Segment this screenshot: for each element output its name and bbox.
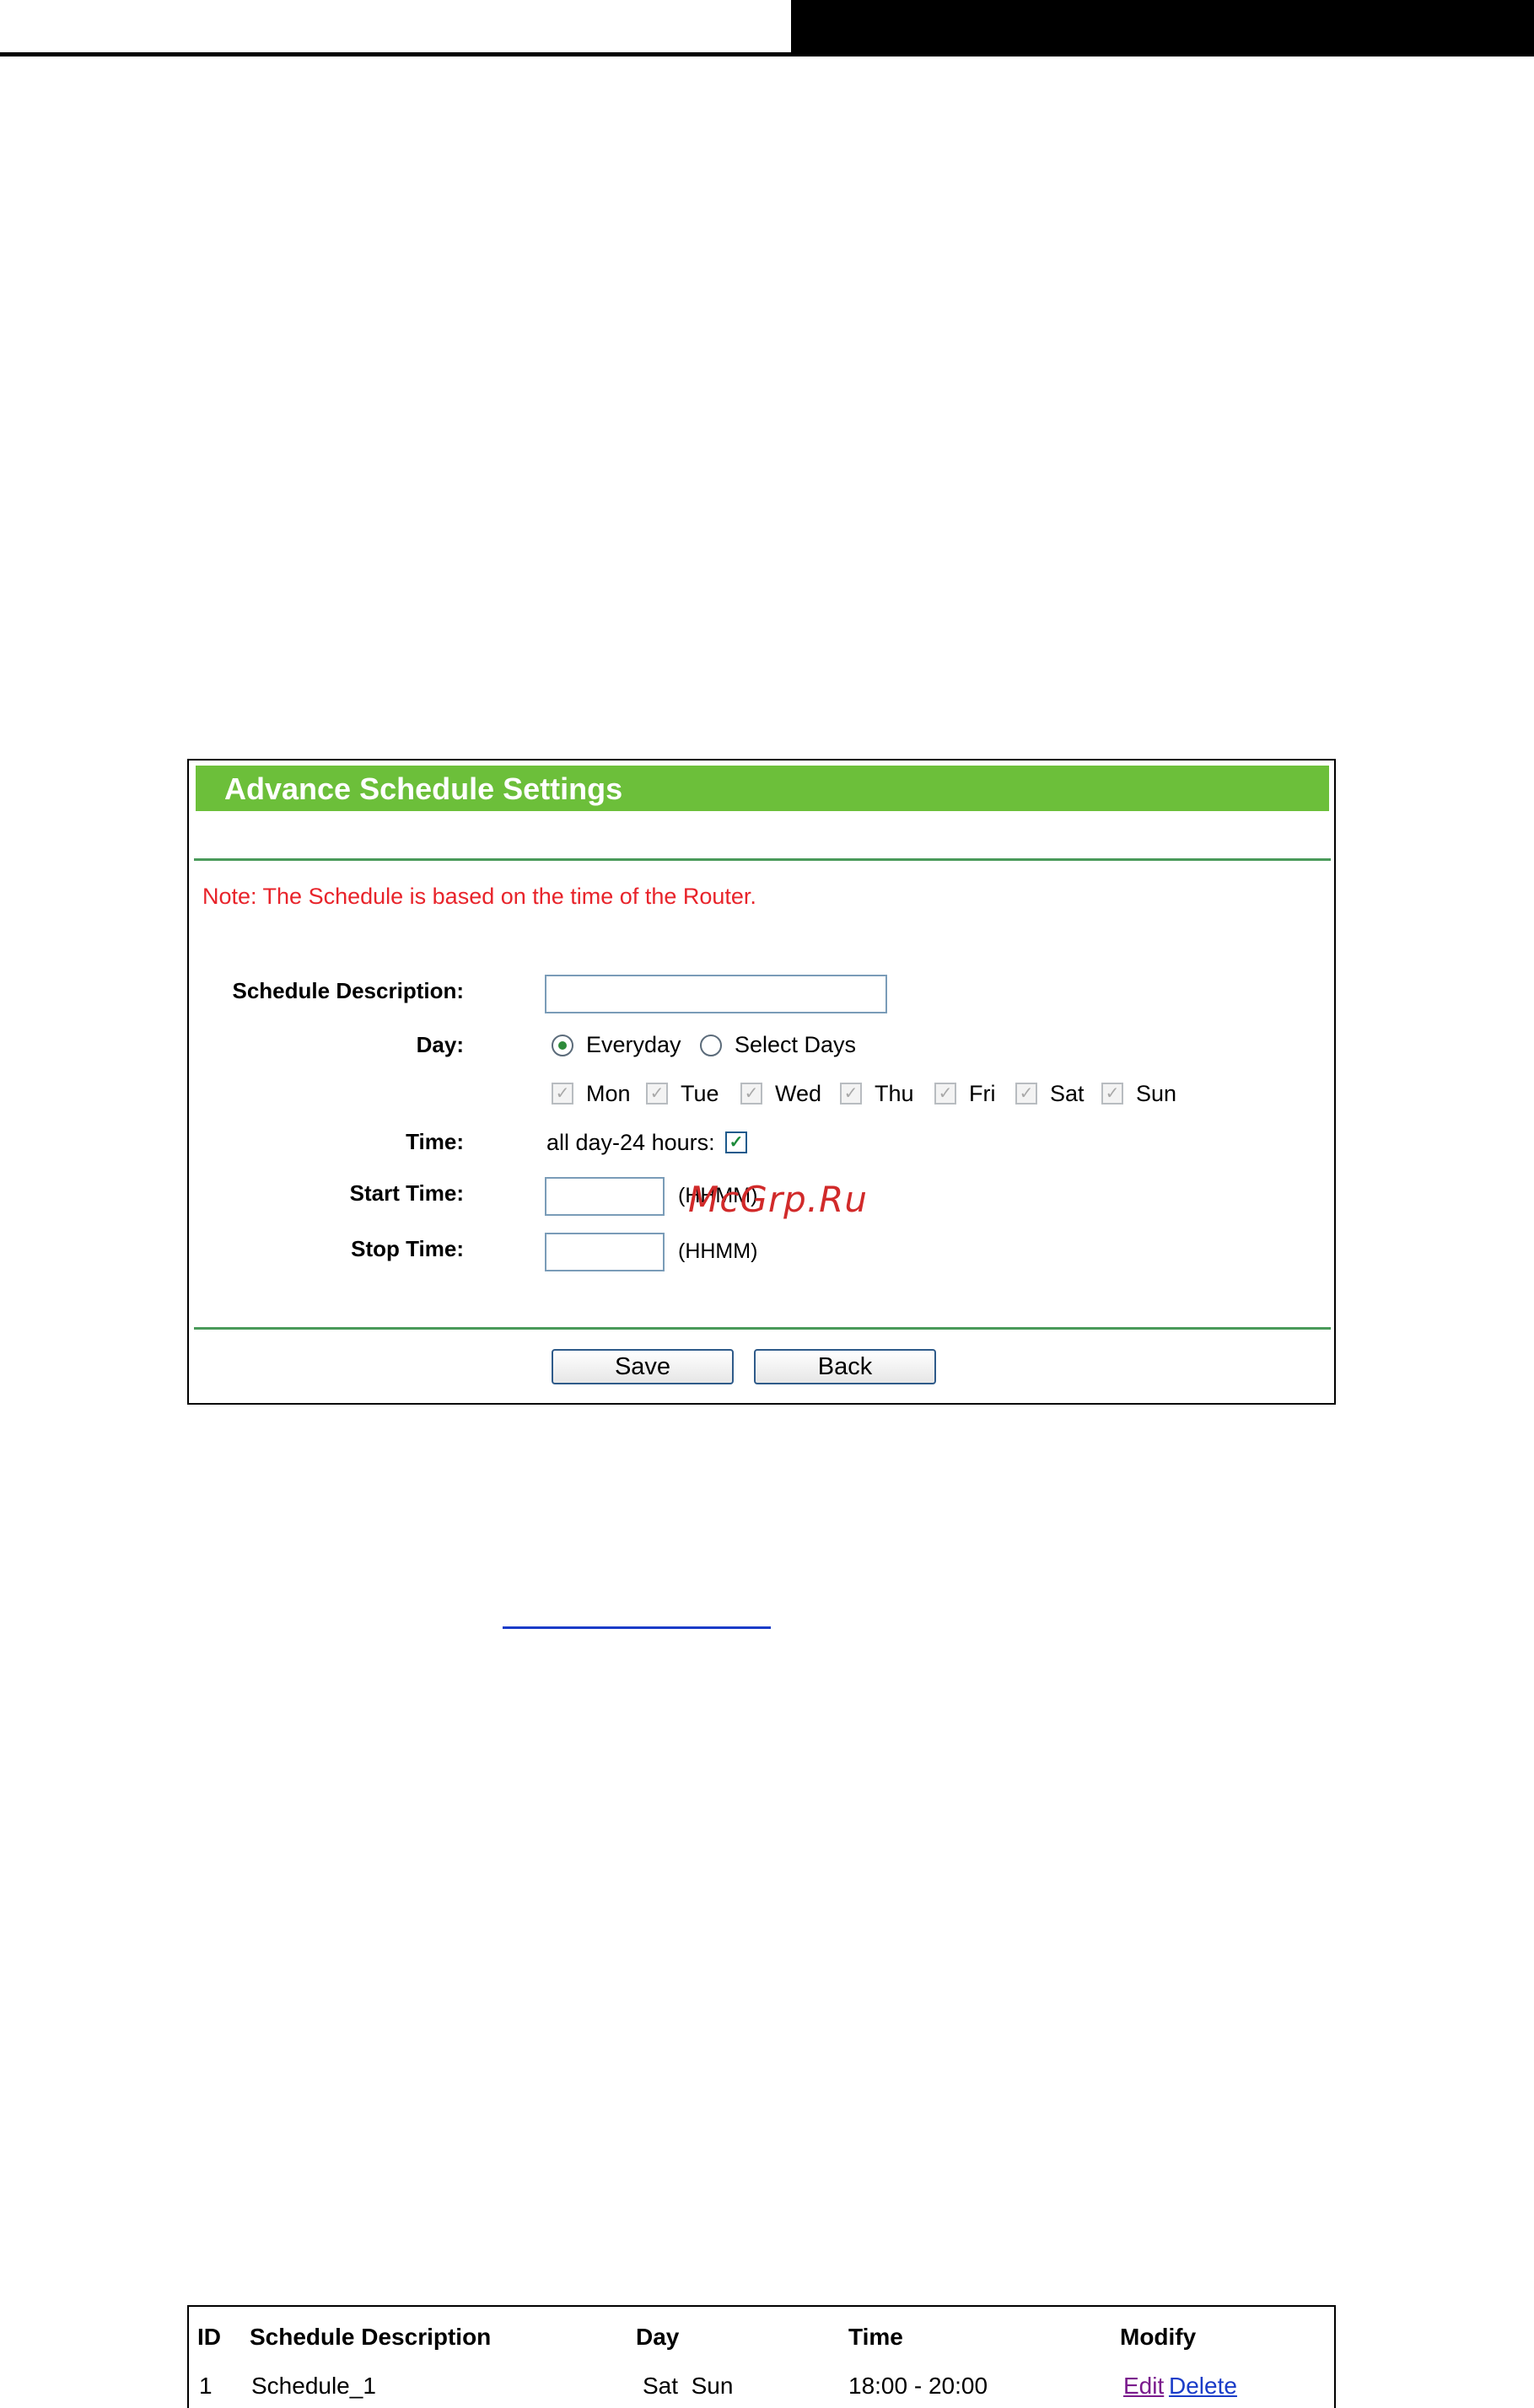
weekday-label-sun: Sun [1136,1081,1177,1106]
panel-title-bar: Advance Schedule Settings [196,766,1329,811]
save-button[interactable]: Save [552,1349,734,1384]
everyday-radio[interactable] [552,1035,573,1056]
allday-label: all day-24 hours: [546,1130,715,1155]
divider-top [194,858,1331,861]
weekday-checkbox-sun[interactable]: ✓ [1101,1083,1123,1105]
column-header-description: Schedule Description [250,2324,492,2350]
schedule-description-input[interactable] [545,975,887,1013]
divider-bottom [194,1327,1331,1330]
weekday-label-tue: Tue [681,1081,719,1106]
column-header-day: Day [636,2324,680,2350]
start-time-input[interactable] [545,1177,665,1216]
back-button[interactable]: Back [754,1349,936,1384]
cell-description: Schedule_1 [251,2373,376,2399]
allday-checkbox[interactable]: ✓ [725,1131,747,1153]
weekday-checkbox-tue[interactable]: ✓ [646,1083,668,1105]
advance-schedule-settings-panel: Advance Schedule Settings Note: The Sche… [187,759,1336,1405]
select-days-radio[interactable] [700,1035,722,1056]
cell-day: Sat Sun [643,2373,734,2399]
column-header-time: Time [848,2324,903,2350]
edit-link[interactable]: Edit [1123,2373,1164,2400]
weekday-label-mon: Mon [586,1081,631,1106]
stop-time-input[interactable] [545,1233,665,1271]
column-header-id: ID [197,2324,221,2350]
time-label: Time: [406,1129,464,1154]
header-rule [0,52,1534,56]
select-days-label: Select Days [735,1032,857,1057]
hyperlink-underline[interactable] [503,1626,771,1629]
schedule-description-label: Schedule Description: [232,978,465,1003]
stop-time-label: Stop Time: [351,1236,464,1261]
cell-time: 18:00 - 20:00 [848,2373,988,2399]
panel-title: Advance Schedule Settings [224,771,623,806]
router-time-note: Note: The Schedule is based on the time … [202,884,756,909]
weekday-checkbox-wed[interactable]: ✓ [740,1083,762,1105]
weekday-checkbox-fri[interactable]: ✓ [934,1083,956,1105]
weekday-label-fri: Fri [969,1081,996,1106]
weekday-label-thu: Thu [875,1081,914,1106]
weekday-checkbox-mon[interactable]: ✓ [552,1083,573,1105]
watermark: McGrp.Ru [688,1179,868,1220]
column-header-modify: Modify [1120,2324,1197,2350]
weekday-label-sat: Sat [1050,1081,1085,1106]
day-label: Day: [416,1032,464,1057]
schedule-table: ID Schedule Description Day Time Modify … [187,2305,1336,2408]
weekday-checkbox-thu[interactable]: ✓ [840,1083,862,1105]
weekday-checkbox-sat[interactable]: ✓ [1015,1083,1037,1105]
stop-time-format: (HHMM) [678,1239,758,1263]
cell-id: 1 [199,2373,213,2399]
delete-link[interactable]: Delete [1169,2373,1237,2400]
header-black-block [791,0,1534,56]
weekday-label-wed: Wed [775,1081,822,1106]
everyday-label: Everyday [586,1032,681,1057]
start-time-label: Start Time: [349,1180,464,1206]
